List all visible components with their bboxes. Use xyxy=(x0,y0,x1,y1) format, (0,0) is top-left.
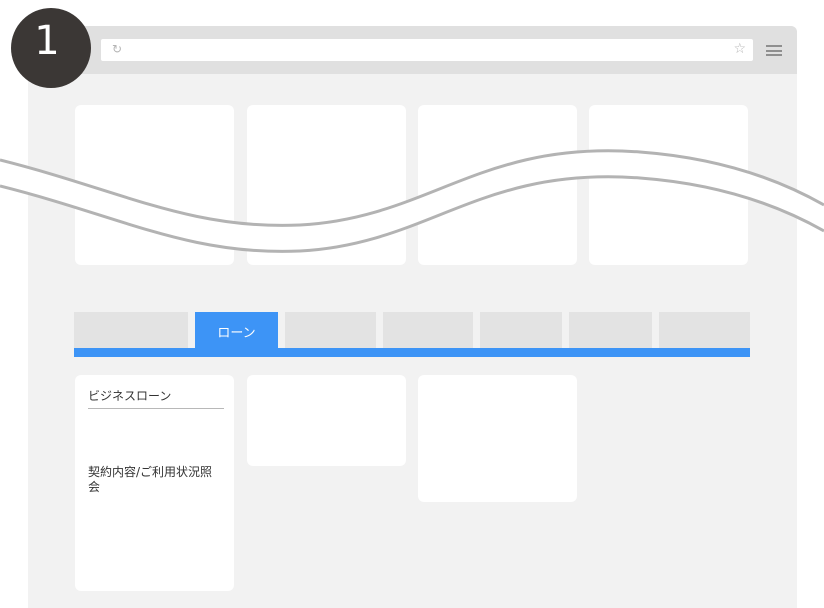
category-tabs: ローン xyxy=(74,312,750,357)
tab[interactable] xyxy=(569,312,652,348)
star-icon[interactable]: ☆ xyxy=(733,41,746,57)
placeholder-card[interactable] xyxy=(247,105,406,265)
tab-loan[interactable]: ローン xyxy=(195,312,278,350)
contract-status-link[interactable]: 契約内容/ご利用状況照会 xyxy=(88,465,220,495)
reload-icon[interactable]: ↻ xyxy=(112,42,122,56)
tab[interactable] xyxy=(659,312,750,348)
business-loan-card: ビジネスローン 契約内容/ご利用状況照会 xyxy=(75,375,234,591)
hamburger-menu-icon[interactable] xyxy=(766,45,782,56)
tab[interactable] xyxy=(383,312,473,348)
placeholder-card[interactable] xyxy=(418,375,577,502)
step-number-badge: 1 xyxy=(11,8,91,88)
placeholder-card[interactable] xyxy=(589,105,748,265)
placeholder-card[interactable] xyxy=(418,105,577,265)
placeholder-card[interactable] xyxy=(247,375,406,466)
address-bar[interactable]: ↻ ☆ xyxy=(101,39,753,61)
tab[interactable] xyxy=(480,312,562,348)
tab-underline xyxy=(74,348,750,357)
placeholder-card[interactable] xyxy=(75,105,234,265)
card-divider xyxy=(88,408,224,409)
browser-toolbar: ↻ ☆ xyxy=(28,26,797,74)
tab[interactable] xyxy=(74,312,188,348)
tab[interactable] xyxy=(285,312,376,348)
step-number: 1 xyxy=(34,18,60,64)
card-title: ビジネスローン xyxy=(88,389,172,403)
